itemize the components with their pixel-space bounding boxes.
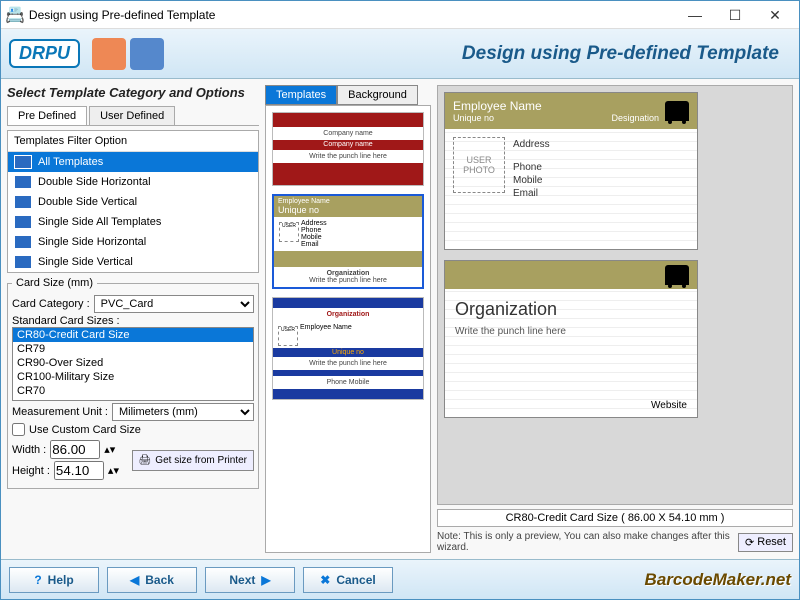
address-field: Address xyxy=(513,139,550,150)
template-thumb-3[interactable]: Organization USEREmployee Name Unique no… xyxy=(272,297,424,400)
email-field: Email xyxy=(513,188,550,199)
website-field: Website xyxy=(651,400,687,411)
reset-button[interactable]: ⟳Reset xyxy=(738,533,793,552)
maximize-button[interactable]: ☐ xyxy=(715,3,755,27)
preview-size-label: CR80-Credit Card Size ( 86.00 X 54.10 mm… xyxy=(437,509,793,527)
filter-double-horizontal[interactable]: Double Side Horizontal xyxy=(8,172,258,192)
size-cr70[interactable]: CR70 xyxy=(13,384,253,398)
mid-tabs: Templates Background xyxy=(265,85,431,105)
card-category-label: Card Category : xyxy=(12,298,90,310)
custom-size-checkbox[interactable] xyxy=(12,423,25,436)
card-size-legend: Card Size (mm) xyxy=(12,277,97,289)
templates-panel: Templates Background Company name Compan… xyxy=(265,85,431,553)
tab-predefined[interactable]: Pre Defined xyxy=(7,106,87,125)
header-banner: DRPU Design using Pre-defined Template xyxy=(1,29,799,79)
arrow-left-icon: ◀ xyxy=(130,573,139,587)
header-title: Design using Pre-defined Template xyxy=(164,43,791,65)
next-button[interactable]: Next▶ xyxy=(205,567,295,593)
width-label: Width : xyxy=(12,444,46,456)
template-icon xyxy=(14,175,32,189)
preview-note: Note: This is only a preview, You can al… xyxy=(437,531,732,553)
header-icons xyxy=(92,38,164,70)
idcard-icon xyxy=(92,38,126,70)
left-panel: Select Template Category and Options Pre… xyxy=(7,85,259,553)
back-button[interactable]: ◀Back xyxy=(107,567,197,593)
filter-all-templates[interactable]: All Templates xyxy=(8,152,258,172)
templates-list[interactable]: Company name Company name Write the punc… xyxy=(265,105,431,553)
tab-userdefined[interactable]: User Defined xyxy=(89,106,175,125)
preview-panel: Employee Name Unique noDesignation USER … xyxy=(437,85,793,553)
printer-icon: 🖨 xyxy=(139,455,152,466)
bus-icon xyxy=(665,265,689,285)
card-front-preview: Employee Name Unique noDesignation USER … xyxy=(444,92,698,250)
template-icon xyxy=(14,255,32,269)
footer-bar: ?Help ◀Back Next▶ ✖Cancel BarcodeMaker.n… xyxy=(1,559,799,599)
preview-area: Employee Name Unique noDesignation USER … xyxy=(437,85,793,505)
arrow-right-icon: ▶ xyxy=(261,573,270,587)
filter-box: Templates Filter Option All Templates Do… xyxy=(7,130,259,273)
filter-single-all[interactable]: Single Side All Templates xyxy=(8,212,258,232)
close-button[interactable]: ✕ xyxy=(755,3,795,27)
unit-label: Measurement Unit : xyxy=(12,406,108,418)
user-photo-placeholder: USER PHOTO xyxy=(453,137,505,193)
filter-single-vertical[interactable]: Single Side Vertical xyxy=(8,252,258,272)
height-label: Height : xyxy=(12,465,50,477)
close-icon: ✖ xyxy=(320,573,330,587)
custom-size-label: Use Custom Card Size xyxy=(29,424,141,436)
app-icon: 📇 xyxy=(5,5,25,25)
filter-heading: Templates Filter Option xyxy=(8,131,258,152)
template-icon xyxy=(14,215,32,229)
refresh-icon: ⟳ xyxy=(745,536,754,549)
photo-icon: USER xyxy=(279,222,299,242)
unique-no-field: Unique no xyxy=(453,113,611,123)
card-size-group: Card Size (mm) Card Category : PVC_Card … xyxy=(7,277,259,489)
unit-select[interactable]: Milimeters (mm) xyxy=(112,403,254,421)
size-cr80[interactable]: CR80-Credit Card Size xyxy=(13,328,253,342)
help-icon: ? xyxy=(34,573,41,587)
titlebar: 📇 Design using Pre-defined Template — ☐ … xyxy=(1,1,799,29)
help-button[interactable]: ?Help xyxy=(9,567,99,593)
size-cr79[interactable]: CR79 xyxy=(13,342,253,356)
template-thumb-1[interactable]: Company name Company name Write the punc… xyxy=(272,112,424,186)
tab-background[interactable]: Background xyxy=(337,85,418,105)
app-window: 📇 Design using Pre-defined Template — ☐ … xyxy=(0,0,800,600)
footer-brand: BarcodeMaker.net xyxy=(645,570,791,590)
filter-double-vertical[interactable]: Double Side Vertical xyxy=(8,192,258,212)
phone-field: Phone xyxy=(513,162,550,173)
punchline-field: Write the punch line here xyxy=(455,326,687,337)
minimize-button[interactable]: — xyxy=(675,3,715,27)
filter-single-horizontal[interactable]: Single Side Horizontal xyxy=(8,232,258,252)
photo-icon: USER xyxy=(278,326,298,346)
cancel-button[interactable]: ✖Cancel xyxy=(303,567,393,593)
get-size-printer-button[interactable]: 🖨Get size from Printer xyxy=(132,450,254,471)
section-title: Select Template Category and Options xyxy=(7,85,259,100)
standard-sizes-list[interactable]: CR80-Credit Card Size CR79 CR90-Over Siz… xyxy=(12,327,254,401)
size-cr90[interactable]: CR90-Over Sized xyxy=(13,356,253,370)
window-title: Design using Pre-defined Template xyxy=(25,8,675,22)
emp-name-field: Employee Name xyxy=(453,99,659,113)
brand-logo: DRPU xyxy=(9,39,80,68)
bus-icon xyxy=(665,101,689,121)
height-input[interactable] xyxy=(54,461,104,480)
category-tabs: Pre Defined User Defined xyxy=(7,106,259,126)
std-sizes-label: Standard Card Sizes : xyxy=(12,315,254,327)
tab-templates[interactable]: Templates xyxy=(265,85,337,105)
size-cr100[interactable]: CR100-Military Size xyxy=(13,370,253,384)
template-icon xyxy=(14,195,32,209)
card-category-select[interactable]: PVC_Card xyxy=(94,295,254,313)
width-input[interactable] xyxy=(50,440,100,459)
mobile-field: Mobile xyxy=(513,175,550,186)
template-icon xyxy=(14,155,32,169)
organization-field: Organization xyxy=(455,299,687,320)
template-icon xyxy=(14,235,32,249)
main-area: Select Template Category and Options Pre… xyxy=(1,79,799,559)
designation-field: Designation xyxy=(611,113,659,123)
template-thumb-2[interactable]: Employee NameUnique no USERAddressPhoneM… xyxy=(272,194,424,289)
idcard-icon-2 xyxy=(130,38,164,70)
card-back-preview: Organization Write the punch line here W… xyxy=(444,260,698,418)
